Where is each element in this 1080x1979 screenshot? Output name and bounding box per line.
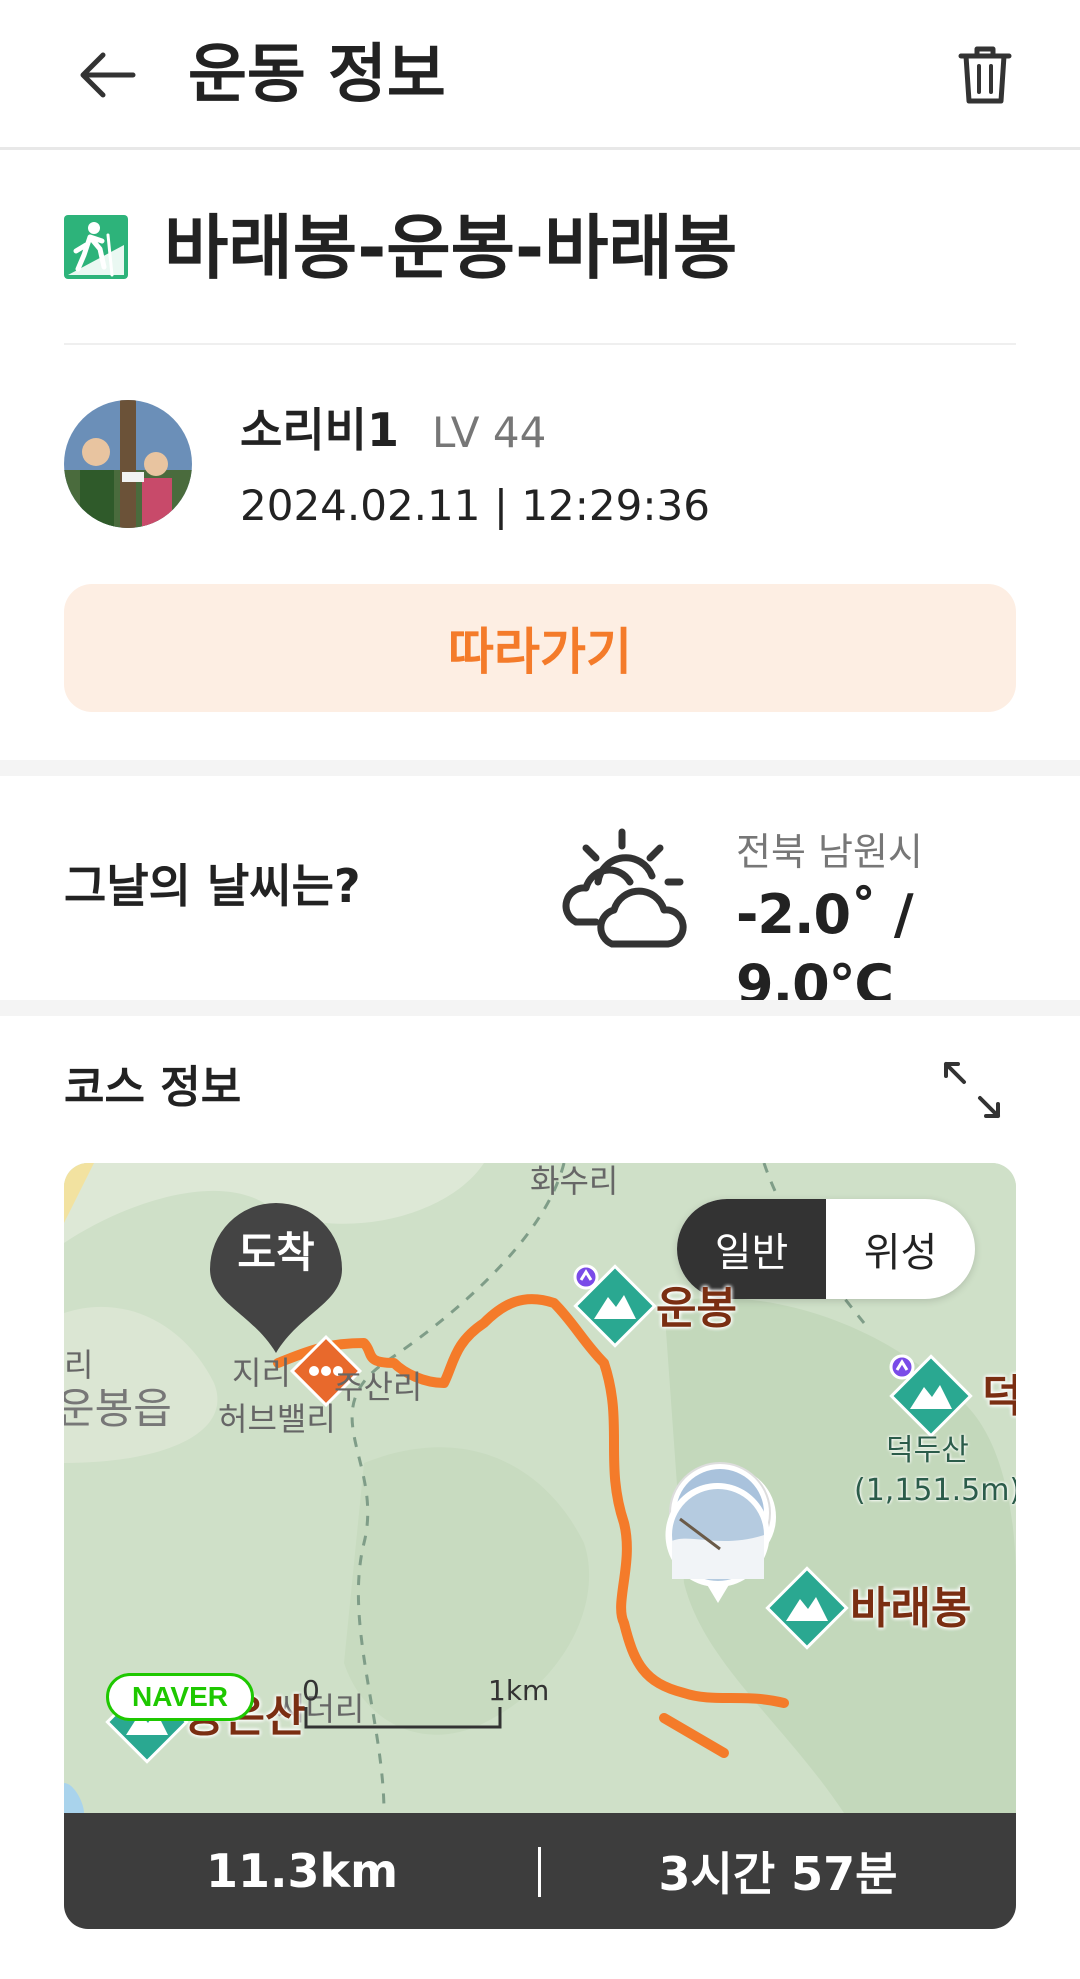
section-divider bbox=[0, 760, 1080, 776]
section-divider bbox=[0, 1000, 1080, 1016]
avatar[interactable] bbox=[64, 400, 192, 528]
place-label: 화수리 bbox=[530, 1163, 619, 1200]
photo-marker-icon[interactable] bbox=[660, 1479, 776, 1629]
place-label: 리 bbox=[64, 1346, 94, 1384]
weather-question: 그날의 날씨는? bbox=[64, 859, 361, 913]
place-label: 운봉읍 bbox=[64, 1384, 172, 1433]
partly-cloudy-icon bbox=[556, 826, 692, 956]
page-title: 운동 정보 bbox=[188, 38, 446, 112]
place-label: 지리 bbox=[232, 1354, 291, 1392]
username[interactable]: 소리비1 bbox=[240, 400, 399, 460]
expand-map-button[interactable] bbox=[940, 1058, 1004, 1122]
course-summary-bar: 11.3km 3시간 57분 bbox=[64, 1813, 1016, 1929]
scale-bar bbox=[304, 1707, 502, 1729]
place-label: 허브밸리 bbox=[218, 1400, 336, 1438]
weather-temperature: -2.0˚ / 9.0℃ bbox=[736, 883, 914, 1016]
peak-label-deok: 덕 bbox=[982, 1371, 1016, 1422]
course-title: 바래봉-운봉-바래봉 bbox=[164, 207, 738, 289]
user-info: 소리비1 LV 44 2024.02.11 | 12:29:36 bbox=[64, 400, 1016, 530]
arrival-label: 도착 bbox=[237, 1228, 315, 1277]
arrival-marker[interactable]: 도착 bbox=[210, 1203, 342, 1353]
trash-icon bbox=[958, 46, 1012, 104]
naver-logo: NAVER bbox=[106, 1673, 254, 1721]
peak-label-unbong: 운봉 bbox=[656, 1283, 737, 1334]
expand-icon bbox=[944, 1062, 1000, 1118]
total-distance: 11.3km bbox=[205, 1844, 399, 1898]
summit-badge-icon bbox=[573, 1264, 599, 1290]
course-info-title: 코스 정보 bbox=[64, 1062, 242, 1113]
app-header: 운동 정보 bbox=[0, 0, 1080, 150]
scale-end: 1km bbox=[488, 1674, 550, 1707]
delete-button[interactable] bbox=[950, 38, 1020, 112]
hiking-icon bbox=[64, 215, 128, 279]
mountain-icon[interactable] bbox=[764, 1565, 850, 1651]
peak-label-baraebong: 바래봉 bbox=[850, 1583, 972, 1634]
user-level: LV 44 bbox=[432, 408, 547, 457]
peak-height-deokdusan: (1,151.5m) bbox=[854, 1473, 1016, 1508]
total-duration: 3시간 57분 bbox=[658, 1847, 898, 1901]
peak-label-deokdusan: 덕두산 bbox=[886, 1433, 969, 1468]
course-map[interactable]: 도착 화수리 리 운봉읍 지리 주산리 허브밸리 시더리 일반 위성 운봉 덕 … bbox=[64, 1163, 1016, 1813]
scale-start: 0 bbox=[302, 1674, 320, 1707]
weather-region: 전북 남원시 bbox=[736, 830, 923, 874]
follow-button[interactable]: 따라가기 bbox=[64, 584, 1016, 712]
map-type-satellite[interactable]: 위성 bbox=[826, 1199, 975, 1299]
workout-datetime: 2024.02.11 | 12:29:36 bbox=[240, 481, 710, 530]
weather-section: 그날의 날씨는? 전북 남원시 -2.0˚ / 9.0℃ bbox=[0, 776, 1080, 1016]
arrow-left-icon bbox=[80, 52, 136, 98]
summit-badge-icon bbox=[889, 1354, 915, 1380]
place-label: 주산리 bbox=[334, 1368, 423, 1406]
back-button[interactable] bbox=[72, 40, 142, 110]
course-title-row: 바래봉-운봉-바래봉 bbox=[64, 205, 1016, 345]
